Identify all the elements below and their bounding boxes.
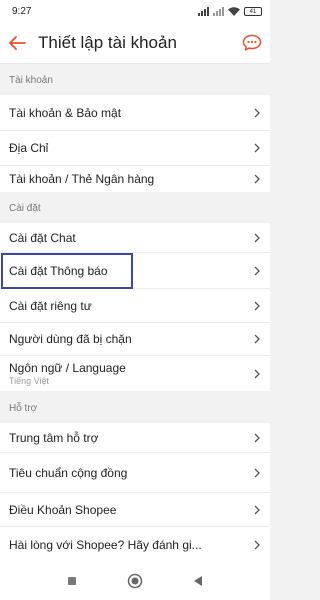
row-bank-account[interactable]: Tài khoản / Thẻ Ngân hàng <box>0 166 270 192</box>
back-arrow-icon <box>9 35 26 50</box>
chevron-right-icon <box>254 143 260 153</box>
row-privacy-settings[interactable]: Cài đặt riêng tư <box>0 289 270 323</box>
chat-bubble-icon <box>242 34 262 51</box>
row-rate-shopee[interactable]: Hài lòng với Shopee? Hãy đánh gi... <box>0 527 270 562</box>
row-address[interactable]: Địa Chỉ <box>0 131 270 166</box>
chat-button[interactable] <box>234 22 270 64</box>
chevron-right-icon <box>254 233 260 242</box>
row-community-standards[interactable]: Tiêu chuẩn cộng đồng <box>0 453 270 493</box>
recent-apps-button[interactable] <box>57 566 87 596</box>
triangle-back-icon <box>194 576 203 586</box>
back-nav-button[interactable] <box>183 566 213 596</box>
row-account-security[interactable]: Tài khoản & Bảo mật <box>0 95 270 131</box>
row-label: Người dùng đã bị chặn <box>9 332 132 346</box>
chevron-right-icon <box>254 468 260 477</box>
signal-icon <box>198 6 209 16</box>
row-label: Ngôn ngữ / Language <box>9 361 126 375</box>
chevron-right-icon <box>254 108 260 117</box>
row-notification-settings[interactable]: Cài đặt Thông báo <box>0 253 270 289</box>
row-label: Địa Chỉ <box>9 141 49 155</box>
row-label: Tài khoản / Thẻ Ngân hàng <box>9 172 155 186</box>
chevron-right-icon <box>254 505 260 514</box>
chevron-right-icon <box>254 174 260 184</box>
battery-level: 41 <box>249 8 257 15</box>
home-button[interactable] <box>120 566 150 596</box>
page-title: Thiết lập tài khoản <box>38 32 177 52</box>
system-nav-bar <box>0 562 270 600</box>
section-header-support: Hỗ trợ <box>0 393 270 423</box>
row-help-center[interactable]: Trung tâm hỗ trợ <box>0 423 270 453</box>
status-bar: 9:27 41 <box>0 0 270 22</box>
row-label: Cài đặt riêng tư <box>9 298 92 313</box>
circle-icon <box>127 573 143 589</box>
chevron-right-icon <box>254 433 260 442</box>
chevron-right-icon <box>254 334 260 344</box>
status-time: 9:27 <box>12 5 32 17</box>
row-label: Tiêu chuẩn cộng đồng <box>9 465 128 480</box>
row-shopee-terms[interactable]: Điều Khoản Shopee <box>0 493 270 527</box>
section-header-settings: Cài đặt <box>0 193 270 223</box>
status-icons: 41 <box>198 6 262 16</box>
back-button[interactable] <box>0 22 34 64</box>
chevron-right-icon <box>254 369 260 378</box>
row-label: Cài đặt Thông báo <box>9 263 108 278</box>
signal-icon-2 <box>213 6 224 16</box>
chevron-right-icon <box>254 301 260 310</box>
chevron-right-icon <box>254 266 260 275</box>
app-bar: Thiết lập tài khoản <box>0 22 270 64</box>
row-language[interactable]: Ngôn ngữ / Language Tiếng Việt <box>0 356 270 391</box>
row-text: Ngôn ngữ / Language Tiếng Việt <box>9 361 126 386</box>
row-chat-settings[interactable]: Cài đặt Chat <box>0 223 270 253</box>
row-label: Tài khoản & Bảo mật <box>9 105 122 120</box>
wifi-icon <box>228 6 240 16</box>
chevron-right-icon <box>254 540 260 549</box>
row-label: Điều Khoản Shopee <box>9 502 117 517</box>
row-label: Trung tâm hỗ trợ <box>9 430 99 445</box>
row-blocked-users[interactable]: Người dùng đã bị chặn <box>0 323 270 356</box>
row-label: Hài lòng với Shopee? Hãy đánh gi... <box>9 537 202 552</box>
row-label: Cài đặt Chat <box>9 230 76 245</box>
row-sublabel: Tiếng Việt <box>9 376 50 386</box>
battery-icon: 41 <box>244 6 262 16</box>
section-header-account: Tài khoản <box>0 65 270 95</box>
square-icon <box>67 577 76 585</box>
